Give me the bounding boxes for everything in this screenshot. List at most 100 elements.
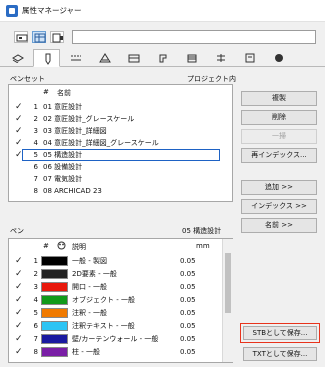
- replace-button[interactable]: 一掃: [241, 129, 317, 144]
- penset-row-selected[interactable]: ✓ 5 05 構造設計: [9, 149, 232, 161]
- penset-row[interactable]: ✓ 1 01 意匠設計: [9, 101, 232, 113]
- title-bar: 属性マネージャー: [0, 0, 325, 22]
- color-swatch[interactable]: [41, 256, 68, 266]
- row-num: 1: [33, 257, 38, 265]
- pen-mm: 0.05: [180, 348, 196, 356]
- table-icon[interactable]: [32, 31, 46, 43]
- layers-icon: [12, 54, 24, 63]
- lines-icon: [71, 55, 81, 61]
- check-icon[interactable]: ✓: [15, 125, 23, 137]
- pen-desc: オブジェクト - 一般: [72, 296, 135, 304]
- name-button[interactable]: 名前 >>: [241, 218, 317, 233]
- penset-row[interactable]: 6 06 設備設計: [9, 161, 232, 173]
- composites-icon: [128, 54, 140, 63]
- penset-name: 02 意匠設計_グレースケール: [43, 115, 135, 123]
- tab-layers[interactable]: [4, 50, 31, 66]
- copy-button[interactable]: 複製: [241, 91, 317, 106]
- penset-row[interactable]: ✓ 3 03 意匠設計_詳細図: [9, 125, 232, 137]
- window-title: 属性マネージャー: [22, 6, 82, 15]
- row-num: 3: [33, 127, 38, 135]
- penset-row[interactable]: 7 07 電気設計: [9, 173, 232, 185]
- penset-name: 06 設備設計: [43, 163, 83, 171]
- row-num: 1: [33, 103, 38, 111]
- delete-button[interactable]: 削除: [241, 110, 317, 125]
- penset-name: 01 意匠設計: [43, 103, 83, 111]
- color-swatch[interactable]: [41, 347, 68, 357]
- open-icon[interactable]: [14, 31, 28, 43]
- markup-icon: [245, 53, 255, 63]
- zones-icon: [217, 54, 225, 62]
- penset-label: ペンセット: [10, 75, 45, 83]
- row-num: 7: [33, 335, 38, 343]
- penset-name-input[interactable]: 05 構造設計: [43, 149, 82, 161]
- color-swatch[interactable]: [41, 282, 68, 292]
- tab-pens[interactable]: [33, 49, 60, 67]
- index-button[interactable]: インデックス >>: [241, 199, 317, 214]
- check-icon[interactable]: ✓: [15, 101, 23, 113]
- pen-row[interactable]: ✓ 6 注釈テキスト - 一般 0.05: [9, 320, 232, 332]
- pen-row[interactable]: ✓ 3 開口 - 一般 0.05: [9, 281, 232, 293]
- pen-mm: 0.05: [180, 322, 196, 330]
- scrollbar-thumb[interactable]: [225, 253, 231, 313]
- check-icon[interactable]: ✓: [15, 307, 23, 319]
- check-icon[interactable]: ✓: [15, 113, 23, 125]
- pen-list-scrollbar[interactable]: [222, 239, 233, 362]
- pen-mm: 0.05: [180, 296, 196, 304]
- row-num: 8: [33, 187, 38, 195]
- pen-row[interactable]: ✓ 4 オブジェクト - 一般 0.05: [9, 294, 232, 306]
- tab-more[interactable]: [265, 50, 292, 66]
- check-icon[interactable]: ✓: [15, 346, 23, 358]
- pen-row[interactable]: ✓ 7 壁/カーテンウォール - 一般 0.05: [9, 333, 232, 345]
- pen-desc: 一般 - 製図: [72, 257, 107, 265]
- tab-surfaces[interactable]: [178, 50, 205, 66]
- color-swatch[interactable]: [41, 295, 68, 305]
- save-txt-button[interactable]: TXTとして保存...: [243, 347, 317, 361]
- pen-set-name-label: 05 構造設計: [182, 227, 222, 235]
- color-swatch[interactable]: [41, 308, 68, 318]
- check-icon[interactable]: ✓: [15, 255, 23, 267]
- row-num: 2: [33, 270, 38, 278]
- penset-row[interactable]: ✓ 4 04 意匠設計_詳細図_グレースケール: [9, 137, 232, 149]
- tab-zones[interactable]: [207, 50, 234, 66]
- check-icon[interactable]: ✓: [15, 268, 23, 280]
- tab-markup[interactable]: [236, 50, 263, 66]
- project-in-label: プロジェクト内: [187, 75, 236, 83]
- pen-mm: 0.05: [180, 270, 196, 278]
- surfaces-icon: [187, 54, 197, 63]
- penset-name: 03 意匠設計_詳細図: [43, 127, 107, 135]
- pen-desc: 注釈 - 一般: [72, 309, 107, 317]
- row-num: 5: [33, 309, 38, 317]
- profiles-icon: [159, 54, 167, 63]
- pen-desc: 2D要素 - 一般: [72, 270, 117, 278]
- penset-row[interactable]: 8 08 ARCHICAD 23: [9, 185, 232, 197]
- pen-row[interactable]: ✓ 8 柱 - 一般 0.05: [9, 346, 232, 358]
- check-icon[interactable]: ✓: [15, 137, 23, 149]
- color-swatch[interactable]: [41, 334, 68, 344]
- pen-mm: 0.05: [180, 283, 196, 291]
- pen-row[interactable]: ✓ 1 一般 - 製図 0.05: [9, 255, 232, 267]
- row-num: 2: [33, 115, 38, 123]
- check-icon[interactable]: ✓: [15, 281, 23, 293]
- tab-profiles[interactable]: [149, 50, 176, 66]
- color-swatch[interactable]: [41, 321, 68, 331]
- color-swatch[interactable]: [41, 269, 68, 279]
- check-icon[interactable]: ✓: [15, 294, 23, 306]
- pen-label: ペン: [10, 227, 24, 235]
- check-icon[interactable]: ✓: [15, 333, 23, 345]
- append-button[interactable]: 追加 >>: [241, 180, 317, 195]
- attribute-icon[interactable]: [50, 31, 64, 43]
- reindex-button[interactable]: 再インデックス...: [241, 148, 317, 163]
- row-num: 4: [33, 139, 38, 147]
- check-icon[interactable]: ✓: [15, 320, 23, 332]
- penset-row[interactable]: ✓ 2 02 意匠設計_グレースケール: [9, 113, 232, 125]
- row-num: 6: [33, 163, 38, 171]
- tab-lines[interactable]: [62, 50, 89, 66]
- row-num: 8: [33, 348, 38, 356]
- pen-row[interactable]: ✓ 5 注釈 - 一般 0.05: [9, 307, 232, 319]
- save-stb-button[interactable]: STBとして保存...: [240, 323, 320, 343]
- palette-icon: [57, 241, 66, 250]
- pen-row[interactable]: ✓ 2 2D要素 - 一般 0.05: [9, 268, 232, 280]
- name-input[interactable]: [72, 30, 316, 44]
- tab-fills[interactable]: [91, 50, 118, 66]
- tab-composites[interactable]: [120, 50, 147, 66]
